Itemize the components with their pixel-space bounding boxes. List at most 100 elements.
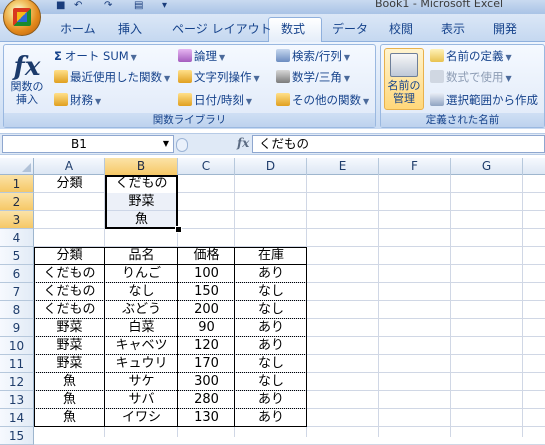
print-preview-icon[interactable]: ▤ <box>134 0 143 12</box>
table-cell[interactable]: なし <box>235 373 307 391</box>
table-cell[interactable]: 魚 <box>34 409 105 427</box>
chevron-down-icon[interactable]: ▼ <box>163 136 169 152</box>
cell-b1[interactable]: くだもの <box>105 175 178 193</box>
tab-developer[interactable]: 開発 <box>493 20 517 37</box>
table-cell[interactable]: 170 <box>178 355 235 373</box>
table-cell[interactable]: あり <box>235 319 307 337</box>
table-cell[interactable]: サバ <box>105 391 178 409</box>
table-cell[interactable]: 280 <box>178 391 235 409</box>
undo-icon[interactable]: ↶ <box>74 0 82 12</box>
select-all-button[interactable] <box>0 158 34 175</box>
row-header-8[interactable]: 8 <box>0 301 34 319</box>
name-box[interactable]: B1 ▼ <box>2 135 174 153</box>
column-header-b[interactable]: B <box>105 158 178 175</box>
define-name-button[interactable]: 名前の定義 ▼ <box>430 48 512 66</box>
table-cell[interactable]: くだもの <box>34 265 105 283</box>
row-header-4[interactable]: 4 <box>0 229 34 247</box>
table-cell[interactable]: くだもの <box>34 283 105 301</box>
quick-access-dropdown-icon[interactable]: ▾ <box>162 0 167 12</box>
row-header-9[interactable]: 9 <box>0 319 34 337</box>
table-cell[interactable]: あり <box>235 337 307 355</box>
table-header-cell[interactable]: 分類 <box>34 247 105 265</box>
table-cell[interactable]: あり <box>235 409 307 427</box>
table-cell[interactable]: 90 <box>178 319 235 337</box>
table-cell[interactable]: 魚 <box>34 373 105 391</box>
row-header-11[interactable]: 11 <box>0 355 34 373</box>
other-functions-button[interactable]: その他の関数 ▼ <box>276 92 369 110</box>
fx-icon[interactable]: fx <box>237 136 249 150</box>
table-cell[interactable]: ぶどう <box>105 301 178 319</box>
row-header-14[interactable]: 14 <box>0 409 34 427</box>
cell-a1[interactable]: 分類 <box>34 175 105 193</box>
financial-button[interactable]: 財務 ▼ <box>54 92 101 110</box>
column-header-c[interactable]: C <box>178 158 235 175</box>
table-cell[interactable]: イワシ <box>105 409 178 427</box>
table-cell[interactable]: なし <box>235 301 307 319</box>
redo-icon[interactable]: ↷ <box>104 0 112 12</box>
row-header-6[interactable]: 6 <box>0 265 34 283</box>
math-button[interactable]: 数学/三角 ▼ <box>276 69 350 87</box>
row-header-7[interactable]: 7 <box>0 283 34 301</box>
row-header-15[interactable]: 15 <box>0 427 34 445</box>
tab-page-layout[interactable]: ページ レイアウト <box>172 20 272 37</box>
row-header-5[interactable]: 5 <box>0 247 34 265</box>
table-cell[interactable]: キャベツ <box>105 337 178 355</box>
column-header-f[interactable]: F <box>379 158 451 175</box>
table-cell[interactable]: りんご <box>105 265 178 283</box>
column-header-h[interactable] <box>523 158 545 175</box>
column-header-e[interactable]: E <box>307 158 379 175</box>
create-from-selection-button[interactable]: 選択範囲から作成 <box>430 92 538 108</box>
recent-functions-button[interactable]: 最近使用した関数 ▼ <box>54 69 170 87</box>
column-header-g[interactable]: G <box>451 158 523 175</box>
table-header-cell[interactable]: 在庫 <box>235 247 307 265</box>
table-cell[interactable]: 130 <box>178 409 235 427</box>
table-cell[interactable]: あり <box>235 265 307 283</box>
cell-b3[interactable]: 魚 <box>105 211 178 229</box>
table-cell[interactable]: 200 <box>178 301 235 319</box>
use-in-formula-button[interactable]: 数式で使用 ▼ <box>430 69 512 87</box>
table-header-cell[interactable]: 価格 <box>178 247 235 265</box>
table-cell[interactable]: 120 <box>178 337 235 355</box>
table-cell[interactable]: 300 <box>178 373 235 391</box>
tab-insert[interactable]: 挿入 <box>118 20 142 37</box>
table-cell[interactable]: なし <box>235 355 307 373</box>
table-header-cell[interactable]: 品名 <box>105 247 178 265</box>
save-icon[interactable]: ■ <box>56 0 65 12</box>
row-header-12[interactable]: 12 <box>0 373 34 391</box>
name-manager-button[interactable]: 名前の 管理 <box>384 48 424 110</box>
table-cell[interactable]: 魚 <box>34 391 105 409</box>
row-header-3[interactable]: 3 <box>0 211 34 229</box>
table-cell[interactable]: 野菜 <box>34 355 105 373</box>
formula-bar-splitter[interactable] <box>176 137 232 152</box>
cell-b2[interactable]: 野菜 <box>105 193 178 211</box>
tab-view[interactable]: 表示 <box>441 20 465 37</box>
table-cell[interactable]: サケ <box>105 373 178 391</box>
row-header-10[interactable]: 10 <box>0 337 34 355</box>
column-header-d[interactable]: D <box>235 158 307 175</box>
logical-button[interactable]: 論理 ▼ <box>178 48 225 66</box>
table-cell[interactable]: 白菜 <box>105 319 178 337</box>
row-header-1[interactable]: 1 <box>0 175 34 193</box>
table-cell[interactable]: なし <box>105 283 178 301</box>
table-cell[interactable]: 150 <box>178 283 235 301</box>
tab-data[interactable]: データ <box>332 20 368 37</box>
table-cell[interactable]: あり <box>235 391 307 409</box>
table-cell[interactable]: 100 <box>178 265 235 283</box>
autosum-button[interactable]: Σ オート SUM ▼ <box>54 48 137 66</box>
table-cell[interactable]: なし <box>235 283 307 301</box>
tab-review[interactable]: 校閲 <box>389 20 413 37</box>
table-cell[interactable]: キュウリ <box>105 355 178 373</box>
table-cell[interactable]: 野菜 <box>34 319 105 337</box>
lookup-button[interactable]: 検索/行列 ▼ <box>276 48 350 66</box>
text-button[interactable]: 文字列操作 ▼ <box>178 69 260 87</box>
datetime-button[interactable]: 日付/時刻 ▼ <box>178 92 252 110</box>
table-cell[interactable]: 野菜 <box>34 337 105 355</box>
tab-formulas[interactable]: 数式 <box>281 20 305 37</box>
column-header-a[interactable]: A <box>34 158 105 175</box>
insert-function-button[interactable]: fx 関数の 挿入 <box>10 54 44 106</box>
tab-home[interactable]: ホーム <box>60 20 96 37</box>
row-header-2[interactable]: 2 <box>0 193 34 211</box>
table-cell[interactable]: くだもの <box>34 301 105 319</box>
formula-input[interactable]: くだもの <box>252 135 545 153</box>
row-header-13[interactable]: 13 <box>0 391 34 409</box>
